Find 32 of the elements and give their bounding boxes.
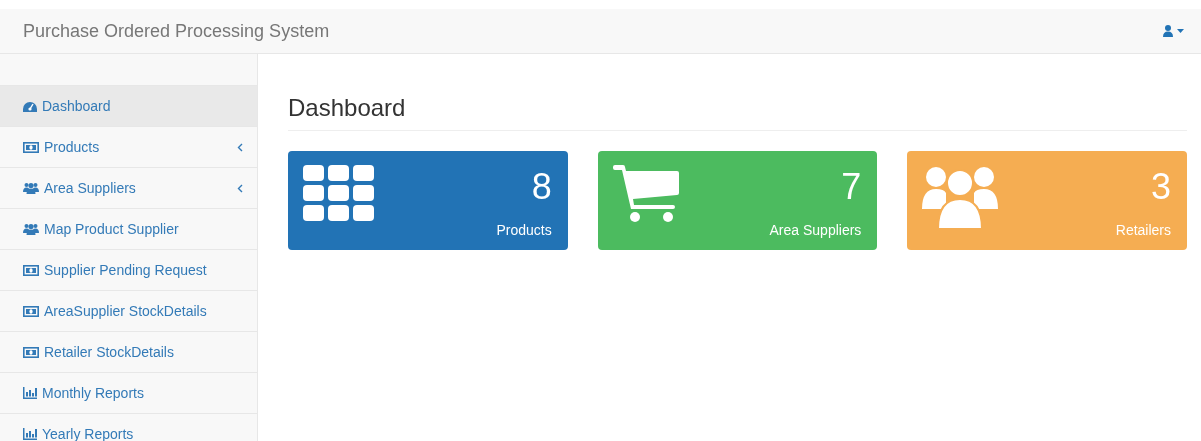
sidebar-item[interactable]: AreaSupplier StockDetails xyxy=(0,291,257,332)
chevron-left-icon xyxy=(237,142,243,152)
users-icon xyxy=(23,182,39,194)
banknote-icon xyxy=(23,346,39,358)
gauge-icon xyxy=(23,100,37,112)
brand-title[interactable]: Purchase Ordered Processing System xyxy=(23,20,330,42)
page-title: Dashboard xyxy=(288,94,1187,131)
bar-chart-icon xyxy=(23,428,37,440)
users-icon xyxy=(23,223,39,235)
banknote-icon xyxy=(23,305,39,317)
sidebar-item[interactable]: Area Suppliers xyxy=(0,168,257,209)
sidebar-item[interactable]: Retailer StockDetails xyxy=(0,332,257,373)
card-count: 7 xyxy=(841,165,862,209)
banknote-icon xyxy=(23,264,39,276)
chevron-left-icon xyxy=(237,183,243,193)
sidebar-item[interactable]: Yearly Reports xyxy=(0,414,257,441)
card-count: 3 xyxy=(1151,165,1171,209)
bar-chart-icon xyxy=(23,387,37,399)
grid-icon xyxy=(303,165,375,221)
banknote-icon xyxy=(23,141,39,153)
sidebar-item[interactable]: Dashboard xyxy=(0,86,257,127)
user-icon xyxy=(1163,25,1185,37)
sidebar-item[interactable]: Supplier Pending Request xyxy=(0,250,257,291)
card-count: 8 xyxy=(531,165,552,209)
sidebar-item[interactable]: Map Product Supplier xyxy=(0,209,257,250)
users-icon xyxy=(922,165,999,229)
sidebar-item[interactable]: Products xyxy=(0,127,257,168)
card-label: Area Suppliers xyxy=(769,222,862,238)
cart-icon xyxy=(612,165,679,225)
card-label: Retailers xyxy=(1115,222,1171,238)
card-label: Products xyxy=(496,222,552,238)
sidebar-item[interactable]: Monthly Reports xyxy=(0,373,257,414)
